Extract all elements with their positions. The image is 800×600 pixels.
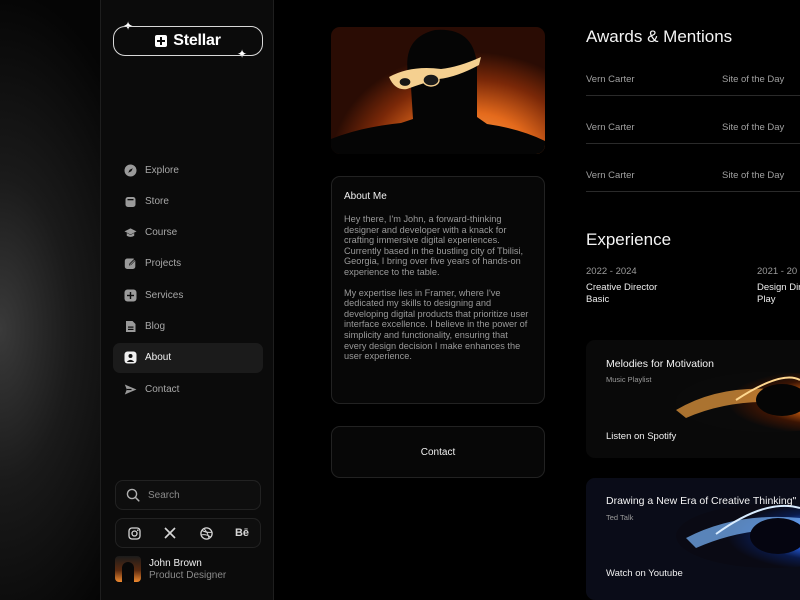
nav-item-services[interactable]: Services (113, 280, 263, 310)
nav-item-label: Projects (145, 258, 182, 270)
search-icon (126, 488, 140, 502)
search-placeholder: Search (148, 489, 180, 501)
about-paragraph: Hey there, I'm John, a forward-thinking … (344, 214, 524, 277)
behance-icon[interactable]: Bē (233, 524, 251, 542)
dribbble-icon[interactable] (197, 524, 215, 542)
award-name: Vern Carter (586, 170, 635, 181)
document-icon (124, 320, 137, 333)
media-card-spotify[interactable]: Melodies for Motivation Music Playlist L… (586, 340, 800, 458)
award-title: Site of the Day (722, 74, 785, 85)
hero-portrait-image (331, 27, 545, 154)
award-row: Vern Carter Site of the Day (586, 144, 800, 192)
nav-item-projects[interactable]: Projects (113, 249, 263, 279)
social-links: Bē (115, 518, 261, 548)
card-title: Drawing a New Era of Creative Thinking" (606, 495, 797, 507)
profile-role: Product Designer (149, 569, 227, 581)
card-subtitle: Ted Talk (606, 513, 634, 522)
card-subtitle: Music Playlist (606, 375, 652, 384)
logo[interactable]: Stellar (113, 26, 263, 56)
experience-title: Experience (586, 230, 672, 249)
sidebar: ✦ ✦ Stellar Explore Store Course Project… (100, 0, 274, 600)
award-title: Site of the Day (722, 170, 785, 181)
award-row: Vern Carter Site of the Day (586, 48, 800, 96)
main-nav: Explore Store Course Projects Services B… (113, 155, 263, 405)
nav-item-label: Contact (145, 383, 180, 395)
logo-text: Stellar (173, 32, 221, 49)
contact-button[interactable]: Contact (331, 426, 545, 478)
experience-item: 2022 - 2024 Creative Director Basic (586, 266, 657, 306)
send-icon (124, 383, 137, 396)
experience-role: Design Dir (757, 282, 800, 293)
nav-item-store[interactable]: Store (113, 186, 263, 216)
experience-role: Creative Director (586, 282, 658, 293)
about-me-card: About Me Hey there, I'm John, a forward-… (331, 176, 545, 404)
search-input[interactable]: Search (115, 480, 261, 510)
experience-company: Play (757, 294, 776, 305)
award-name: Vern Carter (586, 122, 635, 133)
graduation-cap-icon (124, 226, 137, 239)
experience-item: 2021 - 20 Design Dir Play (757, 266, 800, 306)
user-icon (124, 351, 137, 364)
x-twitter-icon[interactable] (161, 524, 179, 542)
experience-years: 2022 - 2024 (586, 266, 637, 277)
nav-item-label: Explore (145, 164, 179, 176)
media-card-youtube[interactable]: Drawing a New Era of Creative Thinking" … (586, 478, 800, 600)
nav-item-explore[interactable]: Explore (113, 155, 263, 185)
background-glow (0, 0, 100, 600)
award-row: Vern Carter Site of the Day (586, 96, 800, 144)
plus-square-icon (124, 289, 137, 302)
nav-item-about[interactable]: About (113, 342, 263, 373)
experience-company: Basic (586, 294, 610, 305)
nav-item-label: Course (145, 227, 178, 239)
card-action-link[interactable]: Watch on Youtube (606, 568, 683, 579)
experience-years: 2021 - 20 (757, 266, 798, 277)
award-title: Site of the Day (722, 122, 785, 133)
nav-item-label: Blog (145, 320, 166, 332)
card-title: Melodies for Motivation (606, 358, 714, 370)
store-icon (124, 195, 137, 208)
profile-name: John Brown (149, 557, 202, 569)
card-action-link[interactable]: Listen on Spotify (606, 431, 676, 442)
nav-item-label: Services (145, 289, 184, 301)
nav-item-blog[interactable]: Blog (113, 311, 263, 341)
awards-title: Awards & Mentions (586, 27, 733, 46)
avatar (115, 556, 141, 582)
nav-item-contact[interactable]: Contact (113, 374, 263, 404)
nav-item-label: Store (145, 195, 169, 207)
compass-icon (124, 164, 137, 177)
edit-icon (124, 257, 137, 270)
about-paragraph: My expertise lies in Framer, where I've … (344, 287, 529, 362)
user-profile[interactable]: John Brown Product Designer (115, 556, 226, 582)
instagram-icon[interactable] (125, 524, 143, 542)
nav-item-course[interactable]: Course (113, 218, 263, 248)
nav-item-label: About (145, 352, 172, 364)
award-name: Vern Carter (586, 74, 635, 85)
about-title: About Me (344, 191, 387, 202)
logo-plus-icon (155, 35, 168, 47)
